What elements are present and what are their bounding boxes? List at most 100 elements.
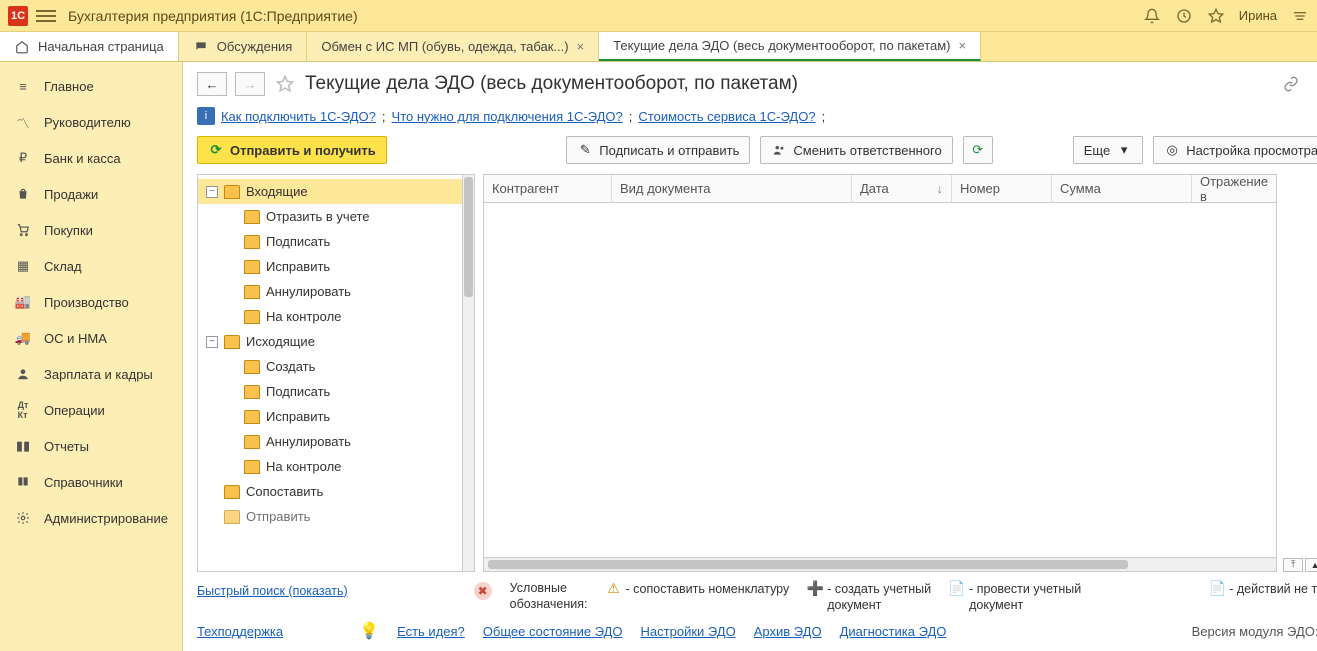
sidebar-item-sales[interactable]: Продажи <box>0 176 182 212</box>
link-cost[interactable]: Стоимость сервиса 1С-ЭДО? <box>638 109 815 124</box>
link-icon[interactable] <box>1281 74 1301 94</box>
edo-state-link[interactable]: Общее состояние ЭДО <box>483 624 623 639</box>
tree-node-send[interactable]: Отправить <box>198 504 462 529</box>
history-icon[interactable] <box>1175 7 1193 25</box>
sidebar-item-manager[interactable]: 〽Руководителю <box>0 104 182 140</box>
sort-desc-icon: ↓ <box>936 181 943 196</box>
sidebar-item-operations[interactable]: ДтКтОперации <box>0 392 182 428</box>
support-link[interactable]: Техподдержка <box>197 624 283 639</box>
toolbar: ⟳ Отправить и получить ✎ Подписать и отп… <box>183 136 1317 174</box>
sidebar-item-label: Операции <box>44 403 105 418</box>
clear-filter-icon[interactable]: ✖ <box>474 582 492 600</box>
tree-node-out-control[interactable]: На контроле <box>198 454 462 479</box>
tree-node-sign[interactable]: Подписать <box>198 229 462 254</box>
sidebar-item-reports[interactable]: ▮▮Отчеты <box>0 428 182 464</box>
sidebar-item-assets[interactable]: 🚚ОС и НМА <box>0 320 182 356</box>
col-date[interactable]: Дата↓ <box>852 175 952 202</box>
idea-link[interactable]: Есть идея? <box>397 624 465 639</box>
tree-scrollbar[interactable] <box>463 174 475 572</box>
factory-icon: 🏭 <box>14 293 32 311</box>
more-button[interactable]: Еще ▾ <box>1073 136 1143 164</box>
sidebar-item-label: Отчеты <box>44 439 89 454</box>
tree-label: Подписать <box>266 384 330 399</box>
legend-text: документ <box>949 597 1081 613</box>
title-bar: 1C Бухгалтерия предприятия (1С:Предприят… <box>0 0 1317 32</box>
tree-label: На контроле <box>266 309 341 324</box>
folder-icon <box>224 510 240 524</box>
col-number[interactable]: Номер <box>952 175 1052 202</box>
tree-node-control[interactable]: На контроле <box>198 304 462 329</box>
user-name[interactable]: Ирина <box>1239 8 1277 23</box>
sidebar-item-label: Главное <box>44 79 94 94</box>
edo-archive-link[interactable]: Архив ЭДО <box>754 624 822 639</box>
tab-ismp-exchange[interactable]: Обмен с ИС МП (обувь, одежда, табак...) … <box>307 32 599 61</box>
sidebar-item-purchases[interactable]: Покупки <box>0 212 182 248</box>
grid-first-button[interactable]: ⤒ <box>1283 558 1303 572</box>
edo-diag-link[interactable]: Диагностика ЭДО <box>840 624 947 639</box>
sidebar-item-catalogs[interactable]: Справочники <box>0 464 182 500</box>
bell-icon[interactable] <box>1143 7 1161 25</box>
folder-icon <box>224 335 240 349</box>
send-receive-button[interactable]: ⟳ Отправить и получить <box>197 136 387 164</box>
page-title: Текущие дела ЭДО (весь документооборот, … <box>305 73 798 95</box>
folder-tree[interactable]: −Входящие Отразить в учете Подписать Исп… <box>197 174 463 572</box>
col-counterparty[interactable]: Контрагент <box>484 175 612 202</box>
scrollbar-thumb[interactable] <box>464 177 473 297</box>
sign-send-button[interactable]: ✎ Подписать и отправить <box>566 136 750 164</box>
nav-forward-button[interactable]: → <box>235 72 265 96</box>
sidebar-item-hr[interactable]: Зарплата и кадры <box>0 356 182 392</box>
tree-node-outgoing[interactable]: −Исходящие <box>198 329 462 354</box>
users-icon <box>771 142 787 158</box>
nav-back-button[interactable]: ← <box>197 72 227 96</box>
col-sum[interactable]: Сумма <box>1052 175 1192 202</box>
view-settings-button[interactable]: ◎ Настройка просмотра <box>1153 136 1317 164</box>
cart-icon <box>14 221 32 239</box>
sidebar-item-admin[interactable]: Администрирование <box>0 500 182 536</box>
change-responsible-button[interactable]: Сменить ответственного <box>760 136 952 164</box>
sidebar-item-bank[interactable]: ₽Банк и касса <box>0 140 182 176</box>
tree-node-out-create[interactable]: Создать <box>198 354 462 379</box>
tree-node-out-fix[interactable]: Исправить <box>198 404 462 429</box>
tab-discussions[interactable]: Обсуждения <box>179 32 308 61</box>
star-icon[interactable] <box>1207 7 1225 25</box>
tab-home[interactable]: Начальная страница <box>0 32 179 61</box>
grid-h-scrollbar[interactable] <box>484 557 1276 571</box>
edo-settings-link[interactable]: Настройки ЭДО <box>641 624 736 639</box>
sidebar-item-main[interactable]: ≡Главное <box>0 68 182 104</box>
bag-icon <box>14 185 32 203</box>
tree-node-cancel[interactable]: Аннулировать <box>198 279 462 304</box>
module-version: Версия модуля ЭДО: 1.9.2.39 <box>1192 624 1317 639</box>
tree-node-reflect[interactable]: Отразить в учете <box>198 204 462 229</box>
bulb-icon: 💡 <box>359 621 379 641</box>
grid-body[interactable] <box>484 203 1276 557</box>
tree-node-incoming[interactable]: −Входящие <box>198 179 462 204</box>
app-logo-icon: 1C <box>8 6 28 26</box>
folder-icon <box>244 385 260 399</box>
col-reflection[interactable]: Отражение в <box>1192 175 1276 202</box>
tree-node-out-cancel[interactable]: Аннулировать <box>198 429 462 454</box>
sidebar-item-production[interactable]: 🏭Производство <box>0 284 182 320</box>
nav-sidebar: ≡Главное 〽Руководителю ₽Банк и касса Про… <box>0 62 183 651</box>
tree-node-match[interactable]: Сопоставить <box>198 479 462 504</box>
app-title: Бухгалтерия предприятия (1С:Предприятие) <box>68 8 358 24</box>
quick-search-link[interactable]: Быстрый поиск (показать) <box>197 584 348 598</box>
window-menu-icon[interactable] <box>1291 7 1309 25</box>
main-menu-icon[interactable] <box>36 6 56 26</box>
reload-button[interactable]: ⟳ <box>963 136 993 164</box>
favorite-star-icon[interactable] <box>273 72 297 96</box>
collapse-icon[interactable]: − <box>206 336 218 348</box>
scrollbar-thumb[interactable] <box>488 560 1128 569</box>
legend-text: обозначения: <box>510 596 588 612</box>
tree-node-out-sign[interactable]: Подписать <box>198 379 462 404</box>
col-doc-type[interactable]: Вид документа <box>612 175 852 202</box>
grid-up-button[interactable]: ▲ <box>1305 558 1317 572</box>
sidebar-item-warehouse[interactable]: ▦Склад <box>0 248 182 284</box>
link-what-needed[interactable]: Что нужно для подключения 1С-ЭДО? <box>392 109 623 124</box>
link-how-connect[interactable]: Как подключить 1С-ЭДО? <box>221 109 376 124</box>
collapse-icon[interactable]: − <box>206 186 218 198</box>
tree-node-fix[interactable]: Исправить <box>198 254 462 279</box>
close-icon[interactable]: × <box>959 38 967 53</box>
col-label: Вид документа <box>620 181 711 196</box>
tab-edo-current[interactable]: Текущие дела ЭДО (весь документооборот, … <box>599 32 981 61</box>
close-icon[interactable]: × <box>577 39 585 54</box>
